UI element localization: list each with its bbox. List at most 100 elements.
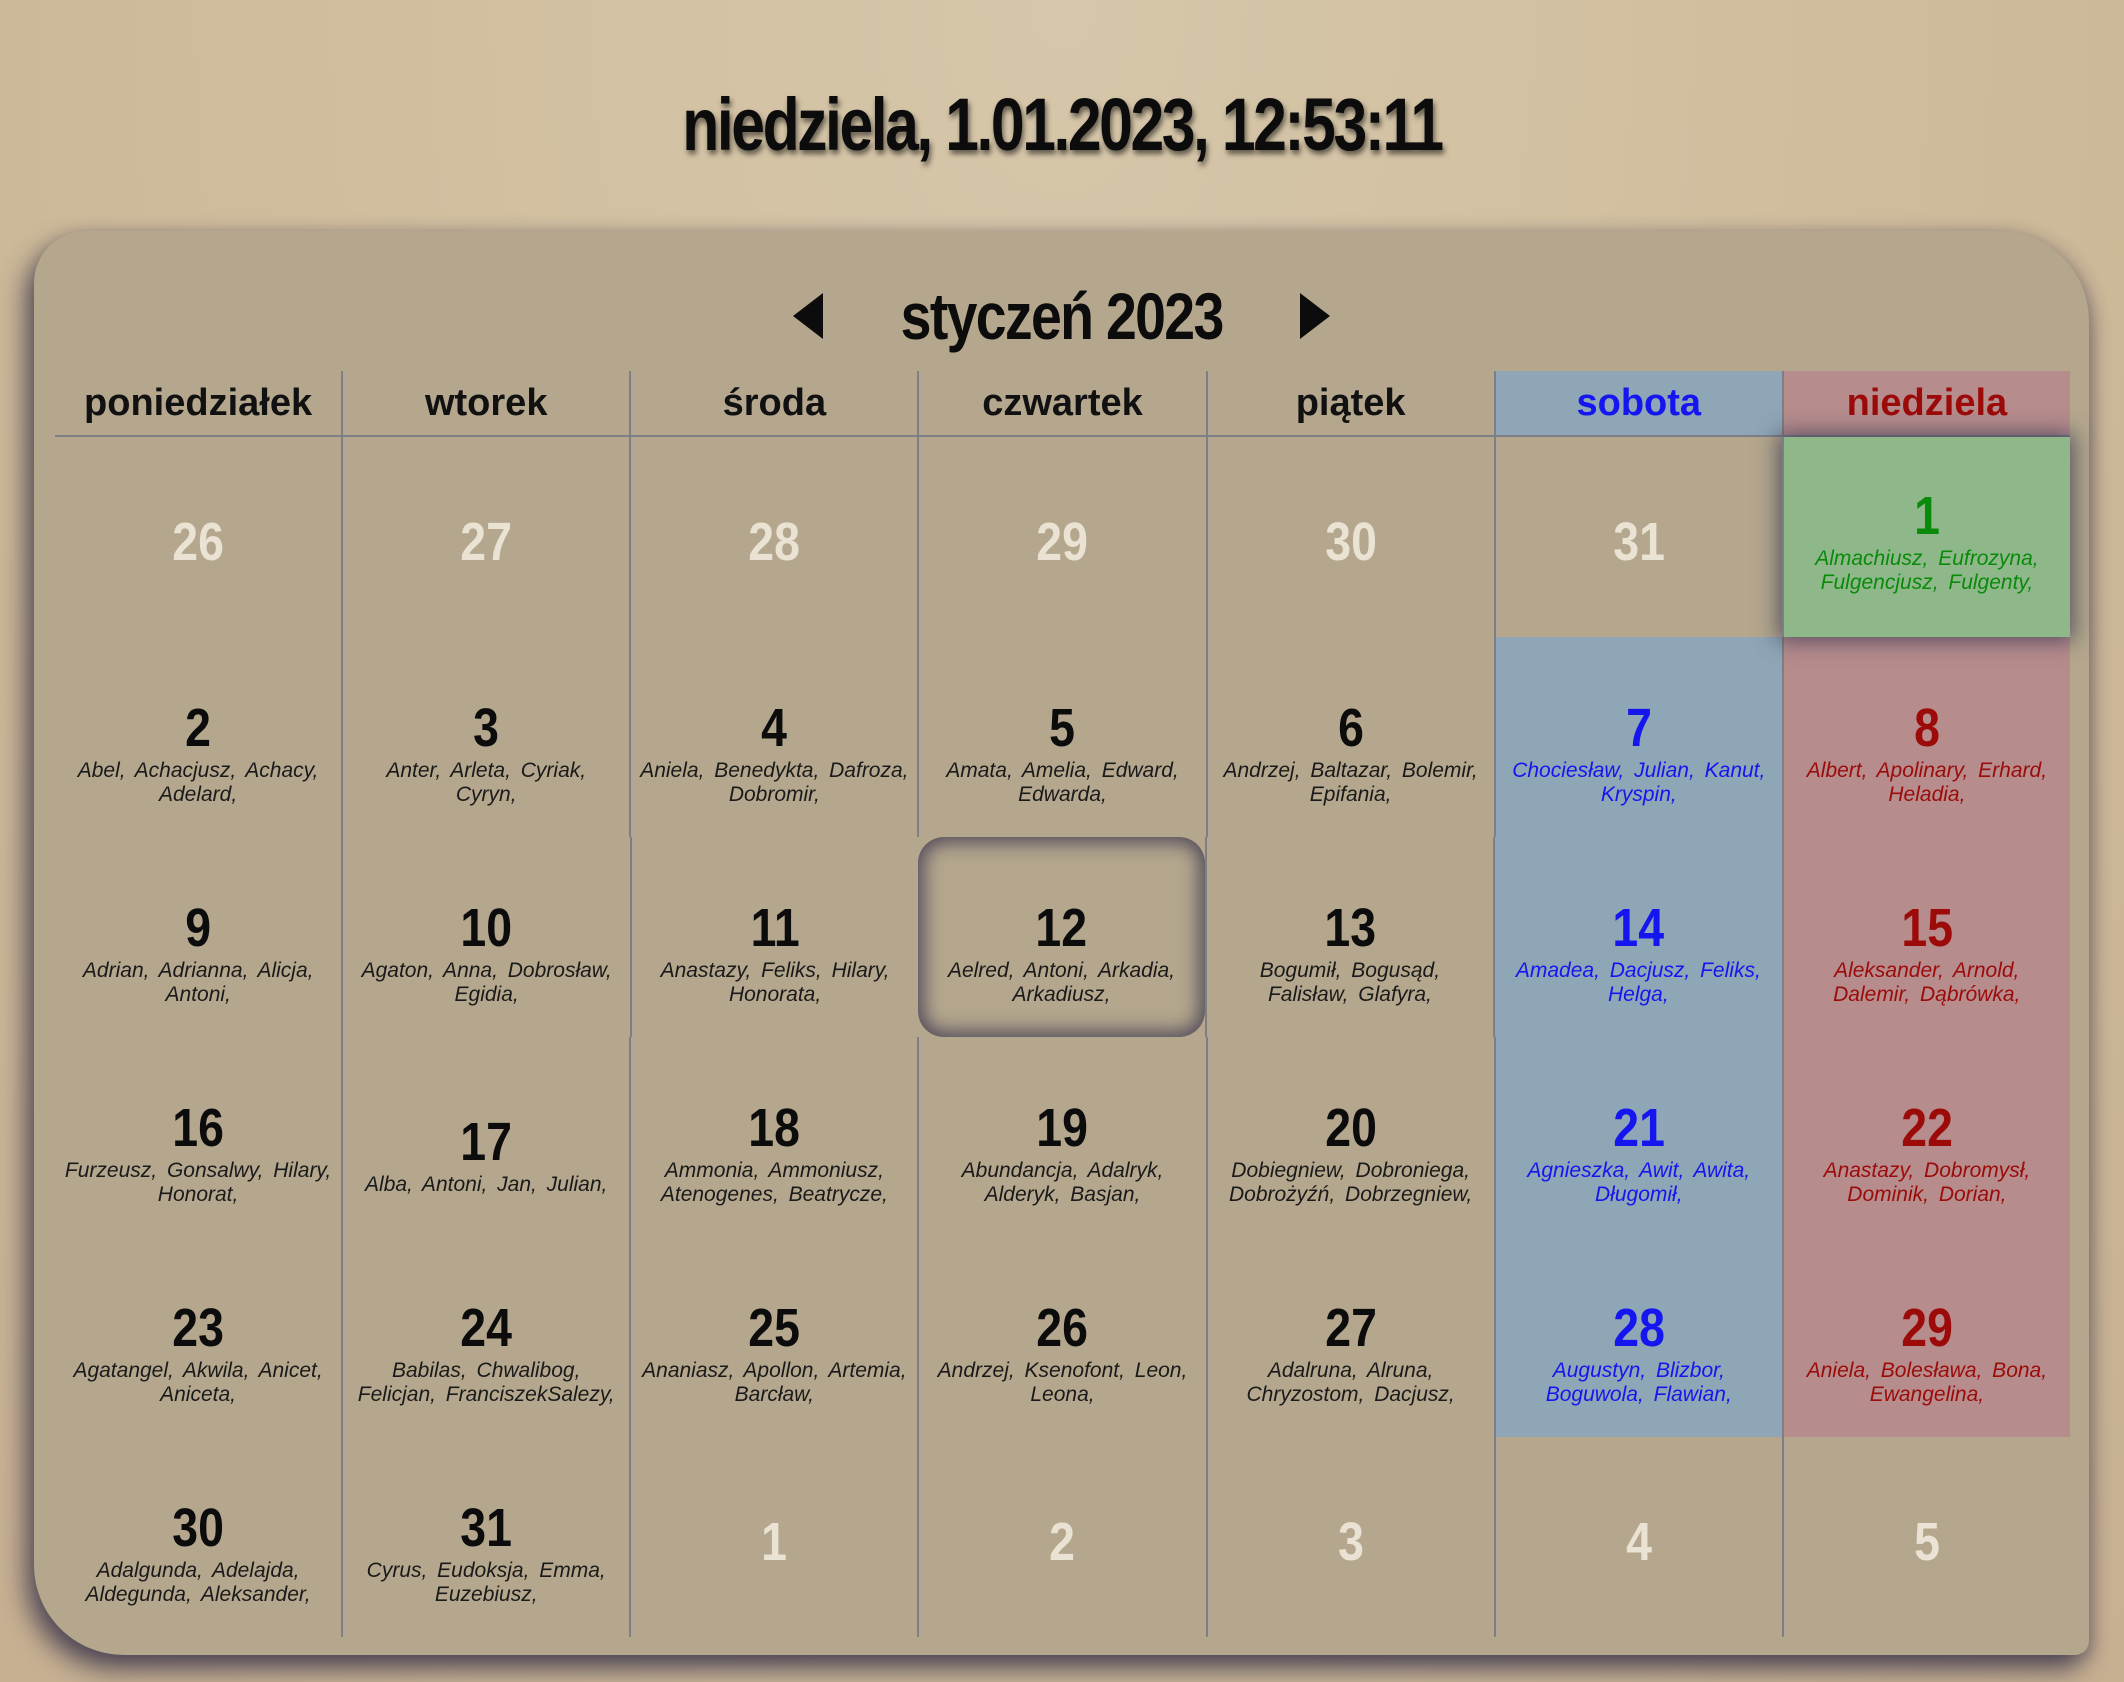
day-cell[interactable]: 5 Amata, Amelia, Edward, Edwarda,	[917, 637, 1205, 837]
day-cell[interactable]: 23 Agatangel, Akwila, Anicet, Aniceta,	[55, 1237, 341, 1437]
day-cell-saturday[interactable]: 21 Agnieszka, Awit, Awita, Długomił,	[1493, 1037, 1782, 1237]
day-cell[interactable]: 16 Furzeusz, Gonsalwy, Hilary, Honorat,	[55, 1037, 341, 1237]
day-number: 31	[460, 1498, 513, 1558]
day-number: 30	[1324, 512, 1377, 572]
day-cell[interactable]: 2 Abel, Achacjusz, Achacy, Adelard,	[55, 637, 341, 837]
day-cell[interactable]: 30 Adalgunda, Adelajda, Aldegunda, Aleksa…	[55, 1437, 341, 1637]
name-days: Ananiasz, Apollon, Artemia, Barcław,	[642, 1359, 907, 1406]
day-number: 29	[1036, 512, 1089, 572]
name-days: Alba, Antoni, Jan, Julian,	[365, 1173, 608, 1196]
week-row: 23 Agatangel, Akwila, Anicet, Aniceta, 24…	[55, 1237, 2070, 1437]
weekday-header: poniedziałek	[84, 382, 313, 424]
day-cell[interactable]: 10 Agaton, Anna, Dobrosław, Egidia,	[341, 837, 629, 1037]
name-days: Andrzej, Baltazar, Bolemir, Epifania,	[1223, 759, 1478, 806]
day-number: 5	[1049, 698, 1076, 758]
name-days: Agnieszka, Awit, Awita, Długomił,	[1527, 1159, 1751, 1206]
name-days: Augustyn, Blizbor, Boguwola, Flawian,	[1545, 1359, 1732, 1406]
day-cell[interactable]: 4 Aniela, Benedykta, Dafroza, Dobromir,	[629, 637, 917, 837]
name-days: Aniela, Bolesława, Bona, Ewangelina,	[1806, 1359, 2048, 1406]
day-cell-today[interactable]: 1 Almachiusz, Eufrozyna, Fulgencjusz, Ful…	[1781, 437, 2070, 637]
day-number: 20	[1324, 1098, 1377, 1158]
day-number: 6	[1337, 698, 1364, 758]
week-row: 16 Furzeusz, Gonsalwy, Hilary, Honorat, 1…	[55, 1037, 2070, 1237]
name-days: Babilas, Chwalibog, Felicjan, Franciszek…	[357, 1359, 615, 1406]
day-number: 31	[1612, 512, 1665, 572]
day-number: 11	[750, 898, 800, 958]
day-cell-saturday[interactable]: 7 Chociesław, Julian, Kanut, Kryspin,	[1493, 637, 1782, 837]
day-number: 23	[172, 1298, 224, 1358]
day-cell-outside-month[interactable]: 1	[629, 1437, 917, 1637]
weekday-header: wtorek	[341, 371, 629, 435]
day-cell[interactable]: 20 Dobiegniew, Dobroniega, Dobrożyźń, Dob…	[1205, 1037, 1494, 1237]
day-number: 26	[172, 512, 224, 572]
day-cell-outside-month[interactable]: 4	[1493, 1437, 1782, 1637]
day-number: 5	[1913, 1512, 1940, 1572]
day-cell-outside-month[interactable]: 2	[917, 1437, 1205, 1637]
day-number: 27	[460, 512, 513, 572]
name-days: Anter, Arleta, Cyriak, Cyryn,	[386, 759, 587, 806]
day-cell-hovered[interactable]: 12 Aelred, Antoni, Arkadia, Arkadiusz,	[918, 837, 1204, 1037]
day-cell-outside-month[interactable]: 31	[1493, 437, 1782, 637]
day-number: 16	[172, 1098, 224, 1158]
day-cell[interactable]: 17 Alba, Antoni, Jan, Julian,	[341, 1037, 629, 1237]
day-cell[interactable]: 25 Ananiasz, Apollon, Artemia, Barcław,	[629, 1237, 917, 1437]
day-number: 15	[1900, 898, 1953, 958]
day-cell[interactable]: 18 Ammonia, Ammoniusz, Atenogenes, Beatry…	[629, 1037, 917, 1237]
day-cell[interactable]: 27 Adalruna, Alruna, Chryzostom, Dacjusz,	[1205, 1237, 1494, 1437]
day-number: 2	[1049, 1512, 1076, 1572]
name-days: Amadea, Dacjusz, Feliks, Helga,	[1515, 959, 1761, 1006]
calendar-grid: poniedziałek wtorek środa czwartek piąte…	[55, 371, 2070, 1637]
name-days: Adrian, Adrianna, Alicja, Antoni,	[82, 959, 314, 1006]
day-cell[interactable]: 26 Andrzej, Ksenofont, Leon, Leona,	[917, 1237, 1205, 1437]
day-number: 18	[748, 1098, 801, 1158]
day-cell[interactable]: 6 Andrzej, Baltazar, Bolemir, Epifania,	[1205, 637, 1494, 837]
name-days: Abundancja, Adalryk, Alderyk, Basjan,	[961, 1159, 1164, 1206]
day-number: 7	[1625, 698, 1652, 758]
day-cell[interactable]: 19 Abundancja, Adalryk, Alderyk, Basjan,	[917, 1037, 1205, 1237]
day-cell-saturday[interactable]: 28 Augustyn, Blizbor, Boguwola, Flawian,	[1493, 1237, 1782, 1437]
day-number: 14	[1612, 898, 1665, 958]
day-cell-sunday[interactable]: 15 Aleksander, Arnold, Dalemir, Dąbrówka,	[1781, 837, 2070, 1037]
name-days: Adalruna, Alruna, Chryzostom, Dacjusz,	[1246, 1359, 1455, 1406]
next-month-button[interactable]	[1297, 291, 1333, 341]
day-cell[interactable]: 24 Babilas, Chwalibog, Felicjan, Francisz…	[341, 1237, 629, 1437]
day-number: 25	[748, 1298, 801, 1358]
day-cell-outside-month[interactable]: 28	[629, 437, 917, 637]
name-days: Abel, Achacjusz, Achacy, Adelard,	[77, 759, 319, 806]
day-number: 1	[1913, 486, 1940, 546]
day-cell-outside-month[interactable]: 26	[55, 437, 341, 637]
name-days: Aelred, Antoni, Arkadia, Arkadiusz,	[947, 959, 1176, 1006]
day-number: 4	[1625, 1512, 1652, 1572]
day-number: 28	[748, 512, 801, 572]
day-number: 9	[185, 898, 212, 958]
weekday-header-sunday: niedziela	[1781, 371, 2070, 435]
day-cell-saturday[interactable]: 14 Amadea, Dacjusz, Feliks, Helga,	[1493, 837, 1782, 1037]
day-cell-sunday[interactable]: 22 Anastazy, Dobromysł, Dominik, Dorian,	[1781, 1037, 2070, 1237]
week-row: 26 27 28 29 30 31 1 Almachiusz, Eufrozyna…	[55, 437, 2070, 637]
day-cell[interactable]: 9 Adrian, Adrianna, Alicja, Antoni,	[55, 837, 341, 1037]
day-cell[interactable]: 13 Bogumił, Bogusąd, Falisław, Glafyra,	[1204, 837, 1493, 1037]
day-cell-sunday[interactable]: 29 Aniela, Bolesława, Bona, Ewangelina,	[1781, 1237, 2070, 1437]
day-cell-sunday[interactable]: 8 Albert, Apolinary, Erhard, Heladia,	[1781, 637, 2070, 837]
day-cell[interactable]: 3 Anter, Arleta, Cyriak, Cyryn,	[341, 637, 629, 837]
name-days: Anastazy, Feliks, Hilary, Honorata,	[660, 959, 890, 1006]
weekday-header: piątek	[1205, 371, 1494, 435]
day-number: 24	[460, 1298, 513, 1358]
name-days: Almachiusz, Eufrozyna, Fulgencjusz, Fulg…	[1815, 547, 2039, 594]
day-cell-outside-month[interactable]: 27	[341, 437, 629, 637]
name-days: Aniela, Benedykta, Dafroza, Dobromir,	[640, 759, 909, 806]
day-number: 21	[1612, 1098, 1665, 1158]
prev-month-button[interactable]	[790, 291, 826, 341]
name-days: Agaton, Anna, Dobrosław, Egidia,	[361, 959, 612, 1006]
triangle-right-icon	[1300, 293, 1331, 339]
day-cell-outside-month[interactable]: 30	[1205, 437, 1494, 637]
day-cell-outside-month[interactable]: 5	[1781, 1437, 2070, 1637]
day-cell-outside-month[interactable]: 29	[917, 437, 1205, 637]
day-cell[interactable]: 11 Anastazy, Feliks, Hilary, Honorata,	[629, 837, 918, 1037]
name-days: Aleksander, Arnold, Dalemir, Dąbrówka,	[1833, 959, 2021, 1006]
month-title: styczeń 2023	[900, 279, 1225, 353]
day-number: 29	[1901, 1298, 1953, 1358]
day-cell-outside-month[interactable]: 3	[1205, 1437, 1494, 1637]
day-cell[interactable]: 31 Cyrus, Eudoksja, Emma, Euzebiusz,	[341, 1437, 629, 1637]
day-number: 2	[185, 698, 211, 758]
